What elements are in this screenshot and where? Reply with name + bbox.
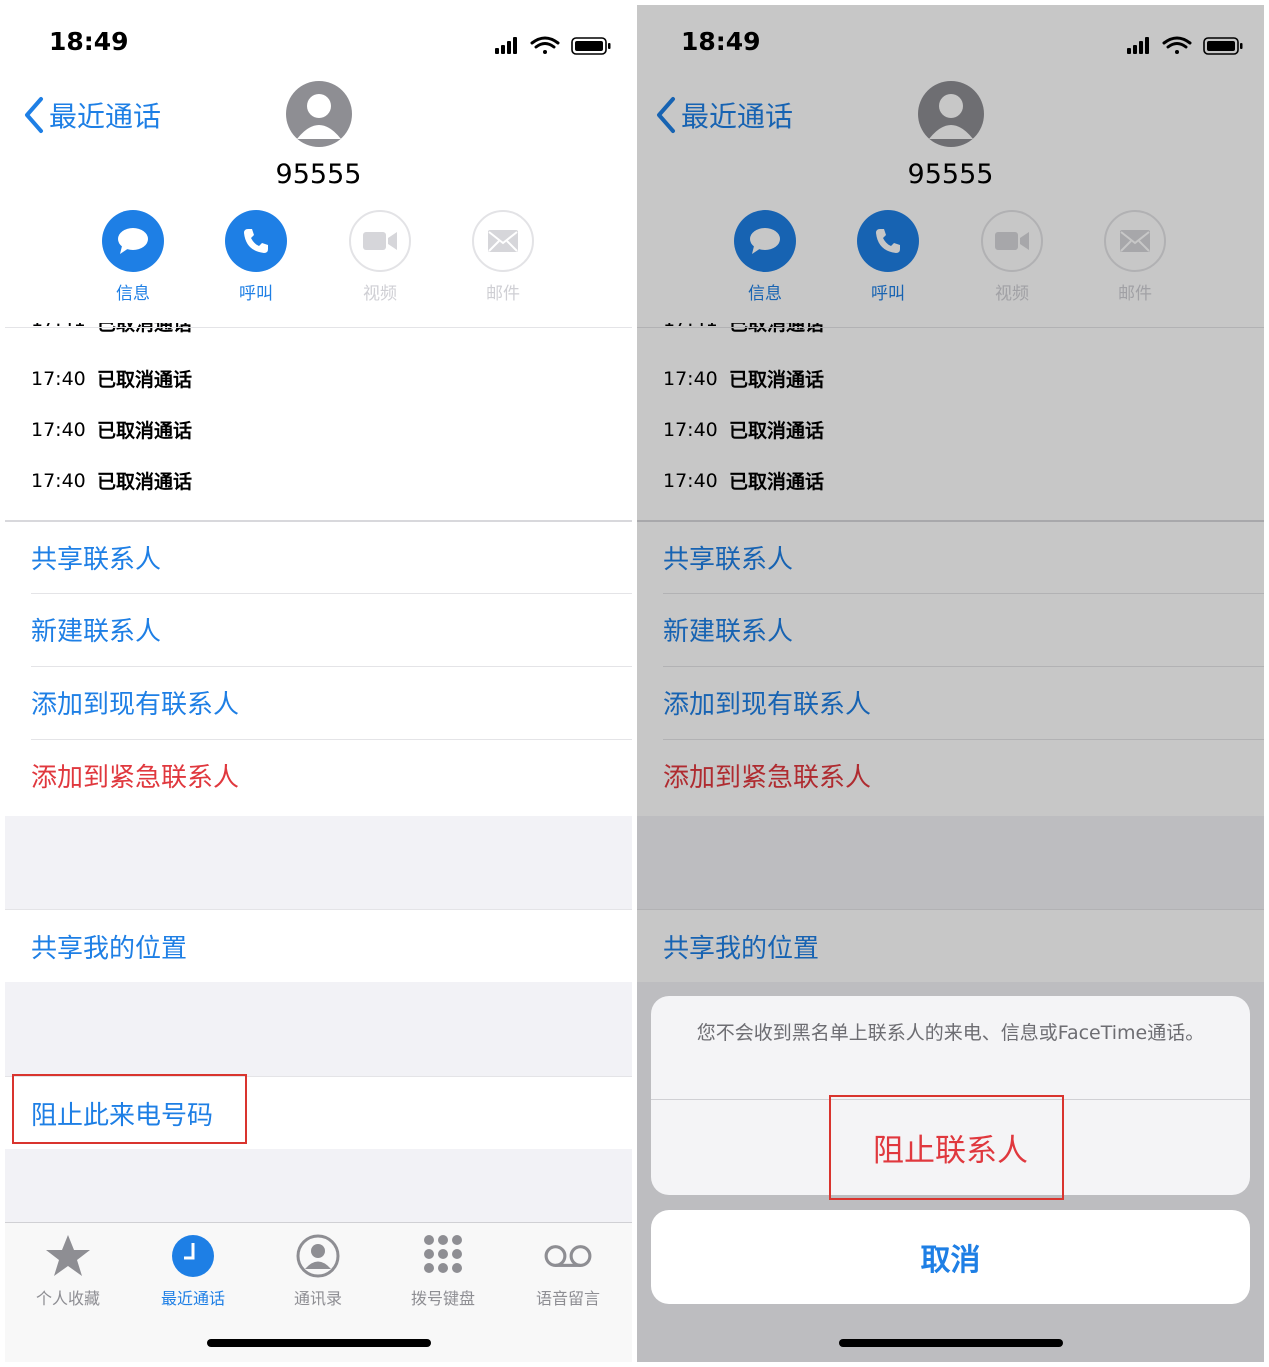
call-status: 已取消通话 <box>97 420 193 442</box>
action-label: 信息 <box>116 284 150 304</box>
call-status: 已取消通话 <box>97 471 193 493</box>
header-divider <box>5 327 632 328</box>
section-gap <box>5 816 632 909</box>
video-camera-icon <box>363 232 397 250</box>
add-to-emergency-option[interactable]: 添加到紧急联系人 <box>5 739 632 812</box>
call-history-row: 17:40 已取消通话 <box>31 353 591 404</box>
mail-action[interactable]: 邮件 <box>448 210 558 304</box>
action-label: 邮件 <box>486 284 520 304</box>
avatar <box>286 81 352 147</box>
tab-label: 拨号键盘 <box>410 1289 475 1308</box>
tab-favorites[interactable]: 个人收藏 <box>13 1231 123 1309</box>
phone-icon <box>244 229 268 253</box>
voicemail-icon <box>544 1245 592 1267</box>
tab-recents[interactable]: 最近通话 <box>138 1231 248 1309</box>
video-action[interactable]: 视频 <box>325 210 435 304</box>
call-time: 17:40 <box>31 418 86 441</box>
tab-voicemail[interactable]: 语音留言 <box>513 1231 623 1309</box>
chevron-left-icon <box>25 97 43 133</box>
call-status: 已取消通话 <box>97 323 193 335</box>
call-history-row: 17:40 已取消通话 <box>31 404 591 455</box>
wifi-icon <box>530 36 560 54</box>
tab-label: 个人收藏 <box>35 1289 100 1308</box>
back-button[interactable]: 最近通话 <box>19 95 161 135</box>
tab-keypad[interactable]: 拨号键盘 <box>388 1231 498 1309</box>
action-label: 呼叫 <box>239 284 273 304</box>
add-to-existing-option[interactable]: 添加到现有联系人 <box>5 666 632 739</box>
call-action[interactable]: 呼叫 <box>201 210 311 304</box>
home-indicator <box>207 1339 431 1347</box>
new-contact-option[interactable]: 新建联系人 <box>5 593 632 666</box>
call-history-row: 17:40 已取消通话 <box>31 455 591 506</box>
contact-detail-screen: 18:49 最近通话 95555 信息 呼叫 视频 邮件 17:41已取消通话 … <box>5 5 632 1362</box>
location-section: 共享我的位置 <box>5 909 632 982</box>
tab-label: 通讯录 <box>293 1289 342 1308</box>
call-time: 17:40 <box>31 469 86 492</box>
share-contact-option[interactable]: 共享联系人 <box>5 520 632 593</box>
keypad-icon <box>424 1235 462 1273</box>
section-gap <box>5 982 632 1076</box>
message-bubble-icon <box>118 228 148 254</box>
tab-contacts[interactable]: 通讯录 <box>263 1231 373 1309</box>
call-history-list: 17:41已取消通话 17:40已取消通话 17:40已取消通话 17:40已取… <box>31 323 591 506</box>
clock-icon <box>172 1235 214 1277</box>
person-icon <box>297 94 341 139</box>
block-confirm-screen: 18:49 最近通话 95555 信息 呼叫 视频 邮件 17:41已取消通话 … <box>637 5 1264 1362</box>
home-indicator <box>839 1339 1063 1347</box>
contact-number: 95555 <box>275 159 362 190</box>
call-status: 已取消通话 <box>97 369 193 391</box>
highlight-box <box>12 1074 247 1144</box>
action-sheet-message: 您不会收到黑名单上联系人的来电、信息或FaceTime通话。 <box>696 1022 1205 1044</box>
call-time: 17:40 <box>31 367 86 390</box>
status-icons <box>495 36 611 55</box>
person-circle-icon <box>296 1234 340 1278</box>
envelope-icon <box>488 230 518 252</box>
back-label: 最近通话 <box>49 100 162 133</box>
action-label: 视频 <box>363 284 397 304</box>
cancel-button[interactable]: 取消 <box>651 1210 1250 1304</box>
battery-icon <box>571 37 611 55</box>
contact-options-list: 共享联系人 新建联系人 添加到现有联系人 添加到紧急联系人 <box>5 520 632 812</box>
tab-label: 语音留言 <box>535 1289 600 1308</box>
status-time: 18:49 <box>49 27 129 56</box>
section-gap <box>5 1149 632 1222</box>
share-location-option[interactable]: 共享我的位置 <box>5 909 632 982</box>
signal-icon <box>495 37 517 54</box>
highlight-box <box>829 1095 1064 1200</box>
tab-label: 最近通话 <box>160 1289 225 1308</box>
star-icon <box>46 1235 90 1276</box>
message-action[interactable]: 信息 <box>78 210 188 304</box>
